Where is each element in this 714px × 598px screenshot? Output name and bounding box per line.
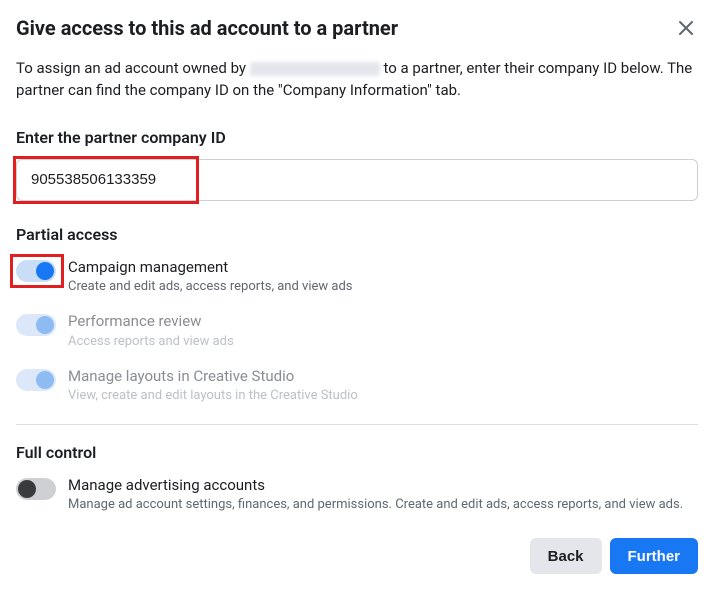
toggle-title-performance: Performance review <box>68 312 698 332</box>
toggle-manage-accounts[interactable] <box>16 478 56 500</box>
toggle-campaign-management[interactable] <box>16 260 56 282</box>
toggle-performance-review[interactable] <box>16 314 56 336</box>
toggle-title-campaign: Campaign management <box>68 258 698 278</box>
redacted-owner <box>250 62 380 76</box>
further-button[interactable]: Further <box>610 538 699 574</box>
dialog-footer: Back Further <box>16 538 698 574</box>
dialog-title: Give access to this ad account to a part… <box>16 16 398 40</box>
toggle-title-layouts: Manage layouts in Creative Studio <box>68 367 698 387</box>
toggle-row-performance: Performance review Access reports and vi… <box>16 312 698 351</box>
toggle-row-full: Manage advertising accounts Manage ad ac… <box>16 476 698 515</box>
toggle-desc-layouts: View, create and edit layouts in the Cre… <box>68 387 698 405</box>
toggle-desc-performance: Access reports and view ads <box>68 333 698 351</box>
toggle-manage-layouts[interactable] <box>16 369 56 391</box>
company-id-input[interactable] <box>16 159 698 201</box>
close-icon[interactable] <box>674 16 698 44</box>
desc-before: To assign an ad account owned by <box>16 59 250 77</box>
company-id-label: Enter the partner company ID <box>16 128 698 147</box>
toggle-title-full: Manage advertising accounts <box>68 476 698 496</box>
company-id-input-wrap <box>16 159 698 201</box>
full-control-heading: Full control <box>16 443 698 462</box>
back-button[interactable]: Back <box>530 538 602 574</box>
toggle-desc-campaign: Create and edit ads, access reports, and… <box>68 278 698 296</box>
toggle-desc-full: Manage ad account settings, finances, an… <box>68 496 698 514</box>
partial-access-heading: Partial access <box>16 225 698 244</box>
dialog-description: To assign an ad account owned by to a pa… <box>16 58 698 102</box>
section-divider <box>16 424 698 425</box>
toggle-row-layouts: Manage layouts in Creative Studio View, … <box>16 367 698 406</box>
toggle-row-campaign: Campaign management Create and edit ads,… <box>16 258 698 297</box>
